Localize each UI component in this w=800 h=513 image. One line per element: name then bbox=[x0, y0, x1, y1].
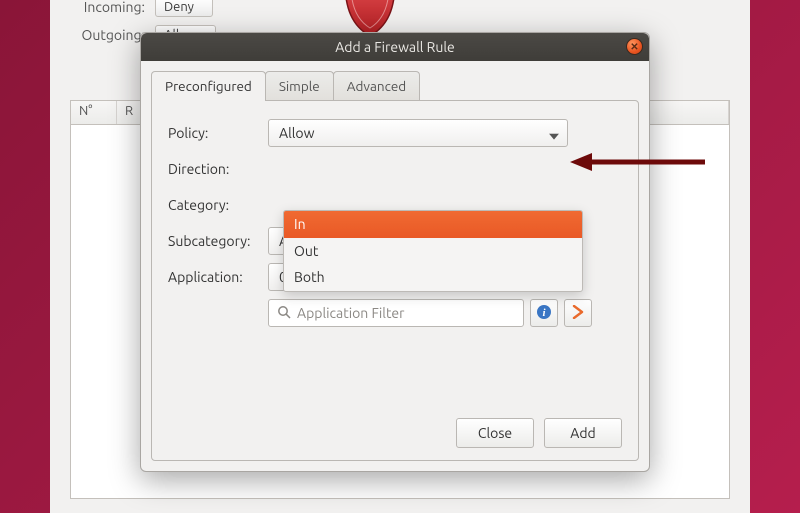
policy-label: Policy: bbox=[168, 125, 268, 141]
dialog-title: Add a Firewall Rule bbox=[335, 39, 455, 55]
outgoing-label: Outgoing: bbox=[70, 27, 145, 43]
dialog-close-button[interactable]: ✕ bbox=[626, 38, 643, 55]
dialog-body: Preconfigured Simple Advanced Policy: Al… bbox=[141, 61, 649, 471]
direction-option-out[interactable]: Out bbox=[284, 238, 582, 265]
incoming-value: Deny bbox=[164, 0, 194, 14]
direction-option-both[interactable]: Both bbox=[284, 264, 582, 291]
dialog-titlebar[interactable]: Add a Firewall Rule ✕ bbox=[141, 33, 649, 61]
info-button[interactable]: i bbox=[530, 299, 558, 327]
tabstrip: Preconfigured Simple Advanced bbox=[151, 71, 639, 100]
direction-option-in[interactable]: In bbox=[284, 211, 582, 238]
policy-value: Allow bbox=[279, 125, 314, 141]
close-button[interactable]: Close bbox=[456, 418, 534, 448]
policy-select[interactable]: Allow bbox=[268, 119, 568, 147]
go-button[interactable] bbox=[564, 299, 592, 327]
tab-advanced[interactable]: Advanced bbox=[333, 71, 420, 100]
application-filter-input[interactable]: Application Filter bbox=[268, 299, 524, 327]
chevron-down-icon bbox=[549, 127, 559, 143]
info-icon: i bbox=[536, 304, 552, 323]
application-label: Application: bbox=[168, 269, 268, 285]
close-icon: ✕ bbox=[630, 41, 638, 53]
add-button[interactable]: Add bbox=[544, 418, 622, 448]
dialog-button-row: Close Add bbox=[168, 408, 622, 448]
incoming-select[interactable]: Deny bbox=[155, 0, 213, 17]
filter-placeholder: Application Filter bbox=[297, 305, 404, 321]
direction-label: Direction: bbox=[168, 161, 268, 177]
add-firewall-rule-dialog: Add a Firewall Rule ✕ Preconfigured Simp… bbox=[140, 32, 650, 472]
category-label: Category: bbox=[168, 197, 268, 213]
incoming-label: Incoming: bbox=[70, 0, 145, 15]
search-icon bbox=[277, 305, 291, 322]
chevron-right-icon bbox=[572, 305, 584, 322]
tabpanel-preconfigured: Policy: Allow Direction: Category: bbox=[151, 100, 639, 461]
tab-preconfigured[interactable]: Preconfigured bbox=[151, 71, 266, 100]
subcategory-label: Subcategory: bbox=[168, 233, 268, 249]
direction-dropdown: In Out Both bbox=[283, 210, 583, 292]
col-no[interactable]: N° bbox=[71, 101, 117, 124]
tab-simple[interactable]: Simple bbox=[265, 71, 334, 100]
